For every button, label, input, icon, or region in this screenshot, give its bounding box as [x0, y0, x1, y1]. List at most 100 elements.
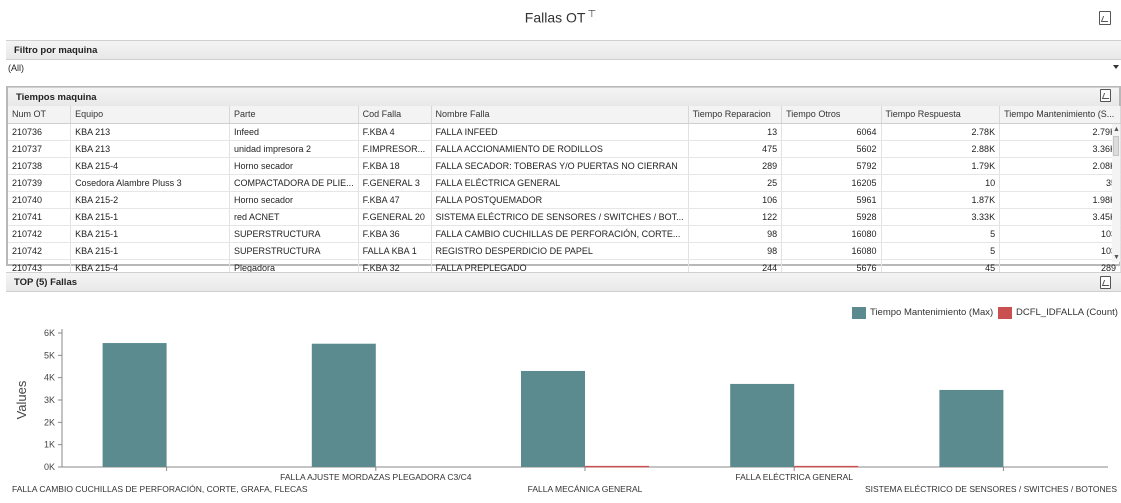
- column-header[interactable]: Tiempo Otros: [781, 106, 882, 124]
- export-grid-icon[interactable]: [1100, 89, 1111, 102]
- data-grid: Num OT Equipo Parte Cod Falla Nombre Falla Ti…: [8, 106, 1121, 277]
- table-cell: REGISTRO DESPERDICIO DE PAPEL: [431, 242, 689, 260]
- grid-panel-header: Tiempos maquina: [8, 87, 1119, 107]
- bar-tiempo-mantenimiento: [102, 343, 167, 467]
- table-cell: unidad impresora 2: [229, 140, 359, 158]
- table-cell: KBA 215-1: [70, 242, 230, 260]
- table-cell: FALLA POSTQUEMADOR: [431, 191, 689, 209]
- table-cell: 103: [999, 225, 1121, 243]
- table-cell: KBA 213: [70, 140, 230, 158]
- chart-panel-title: TOP (5) Fallas: [14, 277, 78, 288]
- filter-panel-header: Filtro por maquina: [6, 40, 1121, 60]
- table-cell: SISTEMA ELÉCTRICO DE SENSORES / SWITCHES…: [431, 208, 689, 226]
- table-cell: 210736: [8, 123, 72, 141]
- table-cell: 210739: [8, 174, 72, 192]
- table-cell: 5928: [781, 208, 882, 226]
- table-cell: 3.36K: [999, 140, 1121, 158]
- table-cell: 106: [688, 191, 783, 209]
- table-cell: FALLA INFEED: [431, 123, 689, 141]
- table-cell: 13: [688, 123, 783, 141]
- table-row[interactable]: 210741 KBA 215-1 red ACNET F.GENERAL 20 SIST…: [8, 208, 1121, 226]
- filter-indicator-icon[interactable]: ⊤: [587, 9, 596, 20]
- bar-tiempo-mantenimiento: [521, 370, 585, 467]
- table-cell: 35: [999, 174, 1121, 192]
- table-cell: COMPACTADORA DE PLIE...: [229, 174, 359, 192]
- table-cell: KBA 215-4: [70, 157, 230, 175]
- y-tick-label: 5K: [44, 350, 55, 360]
- column-header[interactable]: Parte: [229, 106, 359, 124]
- column-header[interactable]: Cod Falla: [358, 106, 432, 124]
- table-cell: 5792: [781, 157, 882, 175]
- table-cell: 16080: [781, 242, 882, 260]
- table-row[interactable]: 210739 Cosedora Alambre Pluss 3 COMPACTADO…: [8, 174, 1121, 192]
- table-cell: FALLA ELÉCTRICA GENERAL: [431, 174, 689, 192]
- y-tick-label: 6K: [44, 328, 55, 338]
- column-header[interactable]: Nombre Falla: [431, 106, 689, 124]
- export-chart-icon[interactable]: [1100, 276, 1111, 289]
- table-row[interactable]: 210737 KBA 213 unidad impresora 2 F.IMPRESO…: [8, 140, 1121, 158]
- table-cell: 3.33K: [881, 208, 1001, 226]
- table-cell: 5: [881, 242, 1001, 260]
- table-cell: 5: [881, 225, 1001, 243]
- table-cell: 210742: [8, 225, 72, 243]
- chevron-down-icon[interactable]: [1113, 65, 1119, 69]
- table-cell: 1.98K: [999, 191, 1121, 209]
- legend-swatch-series-2: [998, 307, 1012, 319]
- table-row[interactable]: 210742 KBA 215-1 SUPERSTRUCTURA FALLA KBA 1…: [8, 242, 1121, 260]
- table-cell: 210740: [8, 191, 72, 209]
- table-cell: FALLA ACCIONAMIENTO DE RODILLOS: [431, 140, 689, 158]
- table-cell: FALLA SECADOR: TOBERAS Y/O PUERTAS NO CI…: [431, 157, 689, 175]
- filter-panel-title: Filtro por maquina: [14, 45, 98, 56]
- column-header[interactable]: Tiempo Reparacion: [688, 106, 783, 124]
- column-header[interactable]: Num OT: [8, 106, 72, 124]
- table-cell: 3.45K: [999, 208, 1121, 226]
- table-cell: 1.79K: [881, 157, 1001, 175]
- table-cell: F.KBA 4: [358, 123, 432, 141]
- table-cell: 122: [688, 208, 783, 226]
- table-cell: F.KBA 18: [358, 157, 432, 175]
- y-axis-title: Values: [14, 380, 29, 419]
- table-cell: 98: [688, 225, 783, 243]
- table-row[interactable]: 210742 KBA 215-1 SUPERSTRUCTURA F.KBA 36 FAL…: [8, 225, 1121, 243]
- x-tick-label: SISTEMA ELÉCTRICO DE SENSORES / SWITCHES…: [865, 484, 1117, 494]
- bar-tiempo-mantenimiento: [311, 343, 376, 467]
- y-tick-label: 2K: [44, 417, 55, 427]
- legend-label-series-1: Tiempo Mantenimiento (Max): [870, 307, 994, 318]
- table-cell: F.GENERAL 3: [358, 174, 432, 192]
- table-cell: SUPERSTRUCTURA: [229, 225, 359, 243]
- column-header[interactable]: Equipo: [70, 106, 230, 124]
- table-cell: SUPERSTRUCTURA: [229, 242, 359, 260]
- bar-tiempo-mantenimiento: [730, 383, 795, 467]
- table-cell: KBA 213: [70, 123, 230, 141]
- table-cell: 289: [688, 157, 783, 175]
- export-dashboard-icon[interactable]: [1099, 11, 1111, 25]
- table-cell: 1.87K: [881, 191, 1001, 209]
- column-header[interactable]: Tiempo Respuesta: [881, 106, 1001, 124]
- scroll-up-icon[interactable]: ▲: [1113, 126, 1120, 133]
- grid-panel-title: Tiempos maquina: [16, 92, 97, 103]
- table-row[interactable]: 210736 KBA 213 Infeed F.KBA 4 FALLA INFEED 13…: [8, 123, 1121, 141]
- x-tick-label: FALLA MECÁNICA GENERAL: [528, 484, 643, 494]
- table-row[interactable]: 210738 KBA 215-4 Horno secador F.KBA 18 FALL…: [8, 157, 1121, 175]
- scroll-down-icon[interactable]: ▼: [1113, 254, 1120, 261]
- table-cell: Infeed: [229, 123, 359, 141]
- table-cell: 210737: [8, 140, 72, 158]
- bar-tiempo-mantenimiento: [939, 389, 1004, 467]
- dashboard-title-bar: Fallas OT ⊤: [0, 0, 1121, 38]
- column-header[interactable]: Tiempo Mantenimiento (S...: [999, 106, 1121, 124]
- table-cell: 5961: [781, 191, 882, 209]
- legend-label-series-2: DCFL_IDFALLA (Count): [1016, 307, 1118, 318]
- table-cell: 475: [688, 140, 783, 158]
- y-tick-label: 4K: [44, 373, 55, 383]
- table-cell: 98: [688, 242, 783, 260]
- table-cell: 16080: [781, 225, 882, 243]
- machine-filter-select[interactable]: (All): [6, 61, 1121, 76]
- table-row[interactable]: 210740 KBA 215-2 Horno secador F.KBA 47 FALL…: [8, 191, 1121, 209]
- table-cell: 2.79K: [999, 123, 1121, 141]
- table-cell: KBA 215-1: [70, 208, 230, 226]
- table-cell: 2.88K: [881, 140, 1001, 158]
- grid-scroll-thumb[interactable]: [1113, 136, 1119, 156]
- y-tick-label: 3K: [44, 395, 55, 405]
- bar-dcfl-idfalla-count: [794, 465, 859, 468]
- table-cell: KBA 215-2: [70, 191, 230, 209]
